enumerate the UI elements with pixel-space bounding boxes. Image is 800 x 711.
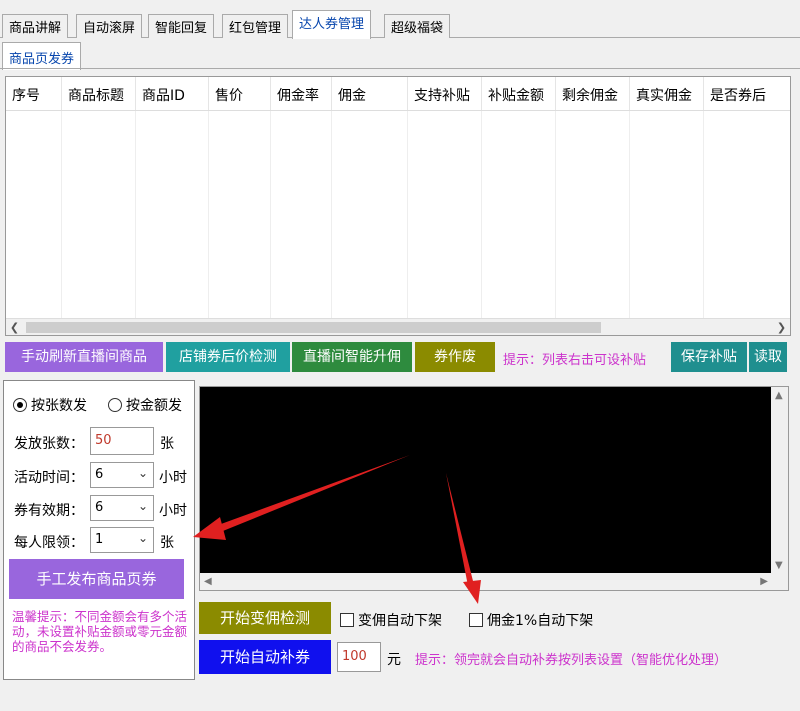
col-real-commission[interactable]: 真实佣金 [630, 77, 704, 110]
void-coupon-button[interactable]: 券作废 [415, 342, 495, 372]
count-label: 发放张数： [14, 436, 84, 452]
tab-auto-scroll[interactable]: 自动滚屏 [76, 14, 143, 38]
radio-by-amount[interactable]: 按金额发 [108, 395, 182, 415]
change-auto-off-checkbox[interactable]: 变佣自动下架 [340, 610, 442, 630]
refresh-products-button[interactable]: 手动刷新直播间商品 [5, 342, 163, 372]
validity-value: 6 [95, 500, 104, 515]
table-body [6, 111, 790, 318]
col-product-id[interactable]: 商品ID [136, 77, 209, 110]
limit-select[interactable]: 1 ⌄ [90, 527, 154, 553]
table-col-line [6, 111, 62, 318]
start-change-check-button[interactable]: 开始变佣检测 [199, 602, 331, 634]
tab-redpacket[interactable]: 红包管理 [222, 14, 289, 38]
validity-unit: 小时 [159, 503, 187, 519]
start-auto-subsidy-button[interactable]: 开始自动补券 [199, 640, 331, 674]
chevron-down-icon: ⌄ [137, 466, 148, 480]
scroll-right-icon[interactable]: ▶ [760, 576, 768, 587]
col-subsidy-amount[interactable]: 补贴金额 [482, 77, 556, 110]
checkbox-icon[interactable] [469, 613, 483, 627]
table-col-line [630, 111, 704, 318]
table-hscrollbar[interactable]: ❮ ❯ [6, 318, 790, 335]
console-vscrollbar[interactable]: ▲ ▼ [771, 387, 788, 573]
table-col-line [136, 111, 209, 318]
tab-coupon-manage[interactable]: 达人券管理 [292, 10, 372, 39]
col-remaining-commission[interactable]: 剩余佣金 [556, 77, 630, 110]
limit-value: 1 [95, 532, 104, 547]
col-support-subsidy[interactable]: 支持补贴 [408, 77, 482, 110]
commission-auto-off-checkbox[interactable]: 佣金1%自动下架 [469, 610, 593, 630]
table-col-line [482, 111, 556, 318]
main-tabbar: 商品讲解 自动滚屏 智能回复 红包管理 达人券管理 超级福袋 [0, 10, 800, 39]
activity-time-select[interactable]: 6 ⌄ [90, 462, 154, 488]
checkbox-icon[interactable] [340, 613, 354, 627]
tab-super-bag[interactable]: 超级福袋 [384, 14, 451, 38]
subsidy-amount-unit: 元 [387, 652, 401, 668]
scroll-thumb[interactable] [26, 322, 601, 333]
scroll-left-icon[interactable]: ❮ [6, 319, 23, 335]
col-after-coupon[interactable]: 是否券后 [704, 77, 784, 110]
limit-label: 每人限领： [14, 535, 84, 551]
scroll-left-icon[interactable]: ◀ [204, 576, 212, 587]
auto-subsidy-tip-text: 提示：领完就会自动补券按列表设置（智能优化处理） [415, 653, 728, 668]
col-title[interactable]: 商品标题 [62, 77, 136, 110]
change-auto-off-label: 变佣自动下架 [358, 613, 442, 629]
scroll-down-icon[interactable]: ▼ [775, 560, 783, 571]
validity-select[interactable]: 6 ⌄ [90, 495, 154, 521]
scroll-up-icon[interactable]: ▲ [775, 390, 783, 401]
tab-product-page-coupon[interactable]: 商品页发券 [2, 42, 82, 70]
table-col-line [332, 111, 408, 318]
commission-auto-off-label: 佣金1%自动下架 [487, 613, 594, 629]
table-col-line [62, 111, 136, 318]
scroll-right-icon[interactable]: ❯ [773, 319, 790, 335]
count-unit: 张 [160, 436, 174, 452]
radio-unselected-icon[interactable] [108, 398, 122, 412]
manual-issue-coupon-button[interactable]: 手工发布商品页券 [9, 559, 184, 599]
chevron-down-icon: ⌄ [137, 531, 148, 545]
col-commission-rate[interactable]: 佣金率 [271, 77, 332, 110]
activity-time-value: 6 [95, 467, 104, 482]
smart-raise-commission-button[interactable]: 直播间智能升佣 [292, 342, 412, 372]
activity-time-unit: 小时 [159, 470, 187, 486]
table-header: 序号 商品标题 商品ID 售价 佣金率 佣金 支持补贴 补贴金额 剩余佣金 真实… [6, 77, 790, 111]
limit-unit: 张 [160, 535, 174, 551]
log-screen [200, 387, 771, 573]
radio-by-count[interactable]: 按张数发 [13, 395, 87, 415]
radio-selected-icon[interactable] [13, 398, 27, 412]
subsidy-amount-input[interactable]: 100 [337, 642, 381, 672]
warm-tip-text: 温馨提示：不同金额会有多个活动，未设置补贴金额或零元金额的商品不会发券。 [12, 609, 188, 654]
radio-by-amount-label: 按金额发 [126, 398, 182, 414]
sub-tabbar: 商品页发券 [0, 38, 800, 70]
table-col-line [556, 111, 630, 318]
table-tip-text: 提示：列表右击可设补贴 [503, 353, 647, 368]
table-col-line [271, 111, 332, 318]
col-index[interactable]: 序号 [6, 77, 62, 110]
validity-label: 券有效期： [14, 503, 84, 519]
activity-time-label: 活动时间： [14, 470, 84, 486]
save-subsidy-button[interactable]: 保存补贴 [671, 342, 747, 372]
table-col-line [408, 111, 482, 318]
read-button[interactable]: 读取 [749, 342, 787, 372]
chevron-down-icon: ⌄ [137, 499, 148, 513]
log-console[interactable]: ▲ ▼ ◀ ▶ [199, 386, 789, 591]
col-commission[interactable]: 佣金 [332, 77, 408, 110]
product-table[interactable]: 序号 商品标题 商品ID 售价 佣金率 佣金 支持补贴 补贴金额 剩余佣金 真实… [5, 76, 791, 336]
console-hscrollbar[interactable]: ◀ ▶ [200, 573, 788, 590]
radio-by-count-label: 按张数发 [31, 398, 87, 414]
tab-product-explain[interactable]: 商品讲解 [2, 14, 69, 38]
table-col-line [209, 111, 271, 318]
tab-smart-reply[interactable]: 智能回复 [148, 14, 215, 38]
count-input[interactable]: 50 [90, 427, 154, 455]
issue-settings-panel: 按张数发 按金额发 发放张数： 50 张 活动时间： 6 ⌄ 小时 券有效期： … [3, 380, 195, 680]
col-price[interactable]: 售价 [209, 77, 271, 110]
store-price-check-button[interactable]: 店铺券后价检测 [166, 342, 290, 372]
